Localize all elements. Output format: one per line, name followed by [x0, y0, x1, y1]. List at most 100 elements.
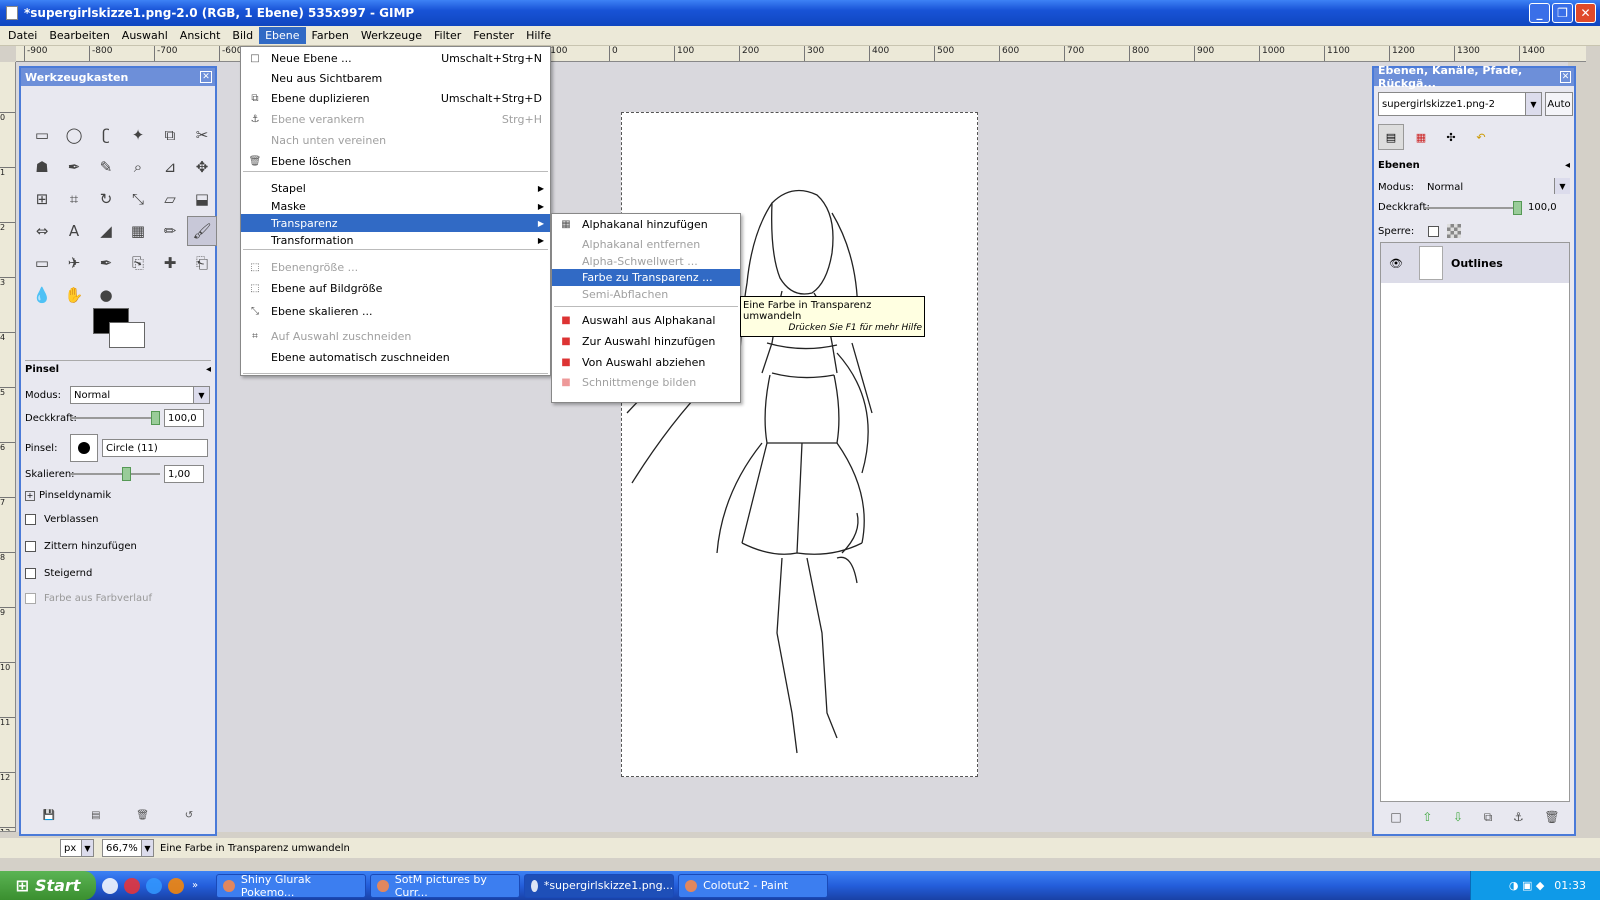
- zoom-select[interactable]: 66,7% ▼: [102, 839, 154, 857]
- taskbar-task-button[interactable]: *supergirlskizze1.png...: [524, 873, 675, 898]
- minimize-button[interactable]: _: [1529, 3, 1550, 23]
- layer-menu-item[interactable]: 🗑 Ebene löschen: [241, 152, 550, 170]
- heal-tool-icon[interactable]: ✚: [155, 248, 185, 278]
- clone-tool-icon[interactable]: ⎘: [123, 248, 153, 278]
- align-tool-icon[interactable]: ⊞: [27, 184, 57, 214]
- dynamics-row[interactable]: + Pinseldynamik: [25, 490, 111, 501]
- tool-options-menu-icon[interactable]: ◂: [206, 364, 211, 375]
- smudge-tool-icon[interactable]: ✋: [59, 280, 89, 310]
- expand-plus-icon[interactable]: +: [25, 490, 35, 501]
- transparency-menu-item[interactable]: ■ Auswahl aus Alphakanal: [552, 312, 740, 329]
- ink-tool-icon[interactable]: ✒: [91, 248, 121, 278]
- paths-tool-icon[interactable]: ✒: [59, 152, 89, 182]
- unit-select[interactable]: px ▼: [60, 839, 94, 857]
- scale-slider[interactable]: [70, 467, 160, 481]
- layer-menu-item[interactable]: Maske ▶: [241, 197, 550, 215]
- pencil-tool-icon[interactable]: ✏: [155, 216, 185, 246]
- show-desktop-icon[interactable]: [102, 877, 118, 894]
- perspective-tool-icon[interactable]: ⬓: [187, 184, 217, 214]
- incremental-checkbox[interactable]: [25, 568, 36, 579]
- close-button[interactable]: ✕: [1575, 3, 1596, 23]
- move-tool-icon[interactable]: ✥: [187, 152, 217, 182]
- start-button[interactable]: ⊞ Start: [0, 871, 96, 900]
- menu-ansicht[interactable]: Ansicht: [174, 27, 227, 44]
- delete-options-icon[interactable]: 🗑: [136, 810, 149, 821]
- duplicate-layer-icon[interactable]: ⧉: [1484, 810, 1493, 825]
- layer-menu-item[interactable]: Neu aus Sichtbarem: [241, 69, 550, 87]
- vertical-ruler[interactable]: 012345678910111213: [0, 62, 16, 832]
- brush-name-field[interactable]: Circle (11): [102, 439, 208, 457]
- paintbrush-tool-icon[interactable]: 🖌: [187, 216, 217, 246]
- ellipse-select-tool-icon[interactable]: ◯: [59, 120, 89, 150]
- shear-tool-icon[interactable]: ▱: [155, 184, 185, 214]
- image-canvas[interactable]: [621, 112, 978, 777]
- quicklaunch-more-icon[interactable]: »: [192, 880, 198, 891]
- lower-layer-icon[interactable]: ⇩: [1453, 810, 1463, 825]
- free-select-tool-icon[interactable]: ʗ: [91, 120, 121, 150]
- background-color-swatch[interactable]: [109, 322, 145, 348]
- transparency-menu-item[interactable]: Farbe zu Transparenz ...: [552, 269, 740, 286]
- transparency-menu-item[interactable]: ▦ Alphakanal hinzufügen: [552, 216, 740, 233]
- lock-alpha-icon[interactable]: [1447, 224, 1461, 238]
- toolbox-close-icon[interactable]: ✕: [200, 71, 212, 83]
- opera-icon[interactable]: [124, 877, 140, 894]
- jitter-row[interactable]: Zittern hinzufügen: [25, 541, 137, 552]
- menu-fenster[interactable]: Fenster: [467, 27, 520, 44]
- toolbox-title-bar[interactable]: Werkzeugkasten ✕: [21, 68, 215, 86]
- tab-undo-icon[interactable]: ↶: [1468, 124, 1494, 150]
- menu-auswahl[interactable]: Auswahl: [116, 27, 174, 44]
- incremental-row[interactable]: Steigernd: [25, 568, 92, 579]
- menu-bild[interactable]: Bild: [226, 27, 259, 44]
- scissors-tool-icon[interactable]: ✂: [187, 120, 217, 150]
- reset-options-icon[interactable]: ↺: [185, 810, 193, 821]
- delete-layer-icon[interactable]: 🗑: [1544, 810, 1559, 825]
- taskbar-task-button[interactable]: Colotut2 - Paint: [678, 873, 829, 898]
- layer-menu-item[interactable]: □ Neue Ebene ... Umschalt+Strg+N: [241, 49, 550, 67]
- layer-menu-item[interactable]: Transformation ▶: [241, 231, 550, 249]
- layer-menu-item[interactable]: Ebene automatisch zuschneiden: [241, 348, 550, 366]
- color-picker-tool-icon[interactable]: ✎: [91, 152, 121, 182]
- brush-preview[interactable]: [70, 434, 98, 462]
- auto-button[interactable]: Auto: [1545, 92, 1573, 116]
- flip-tool-icon[interactable]: ⇔: [27, 216, 57, 246]
- mode-select[interactable]: Normal ▼: [70, 386, 210, 404]
- layer-menu-item[interactable]: Transparenz ▶: [241, 214, 550, 232]
- rotate-tool-icon[interactable]: ↻: [91, 184, 121, 214]
- image-select[interactable]: supergirlskizze1.png-2 ▼: [1378, 92, 1542, 116]
- save-options-icon[interactable]: 💾: [43, 810, 55, 821]
- menu-farben[interactable]: Farben: [306, 27, 355, 44]
- transparency-menu-item[interactable]: ■ Von Auswahl abziehen: [552, 354, 740, 371]
- perspective-clone-tool-icon[interactable]: ⎗: [187, 248, 217, 278]
- jitter-checkbox[interactable]: [25, 541, 36, 552]
- layer-opacity-value[interactable]: 100,0: [1528, 202, 1557, 213]
- scale-spin[interactable]: 1,00: [164, 465, 204, 483]
- layer-menu-item[interactable]: ⬚ Ebene auf Bildgröße: [241, 279, 550, 297]
- taskbar-task-button[interactable]: SotM pictures by Curr...: [370, 873, 521, 899]
- transparency-menu-item[interactable]: ■ Zur Auswahl hinzufügen: [552, 333, 740, 350]
- eraser-tool-icon[interactable]: ▭: [27, 248, 57, 278]
- rect-select-tool-icon[interactable]: ▭: [27, 120, 57, 150]
- bucket-fill-tool-icon[interactable]: ◢: [91, 216, 121, 246]
- menu-bearbeiten[interactable]: Bearbeiten: [43, 27, 115, 44]
- maximize-button[interactable]: ❐: [1552, 3, 1573, 23]
- zoom-tool-icon[interactable]: ⌕: [123, 152, 153, 182]
- fade-checkbox[interactable]: [25, 514, 36, 525]
- opacity-spin[interactable]: 100,0: [164, 409, 204, 427]
- layer-opacity-handle[interactable]: [1513, 200, 1522, 215]
- text-tool-icon[interactable]: A: [59, 216, 89, 246]
- layers-title-bar[interactable]: Ebenen, Kanäle, Pfade, Rückgä... ✕: [1374, 64, 1574, 90]
- layer-menu-item[interactable]: ⤡ Ebene skalieren ...: [241, 302, 550, 320]
- restore-options-icon[interactable]: ▤: [91, 810, 100, 821]
- menu-ebene[interactable]: Ebene: [259, 27, 306, 44]
- layer-row[interactable]: 👁 Outlines: [1381, 243, 1569, 283]
- layers-menu-icon[interactable]: ◂: [1565, 160, 1570, 171]
- firefox-icon[interactable]: [168, 877, 184, 894]
- new-layer-icon[interactable]: □: [1390, 810, 1401, 825]
- raise-layer-icon[interactable]: ⇧: [1422, 810, 1432, 825]
- menu-datei[interactable]: Datei: [2, 27, 43, 44]
- layer-menu-item[interactable]: ⧉ Ebene duplizieren Umschalt+Strg+D: [241, 89, 550, 107]
- anchor-layer-icon[interactable]: ⚓: [1513, 810, 1524, 825]
- internet-explorer-icon[interactable]: [146, 877, 162, 894]
- layer-menu-item[interactable]: Stapel ▶: [241, 179, 550, 197]
- layer-opacity-slider[interactable]: [1424, 200, 1522, 215]
